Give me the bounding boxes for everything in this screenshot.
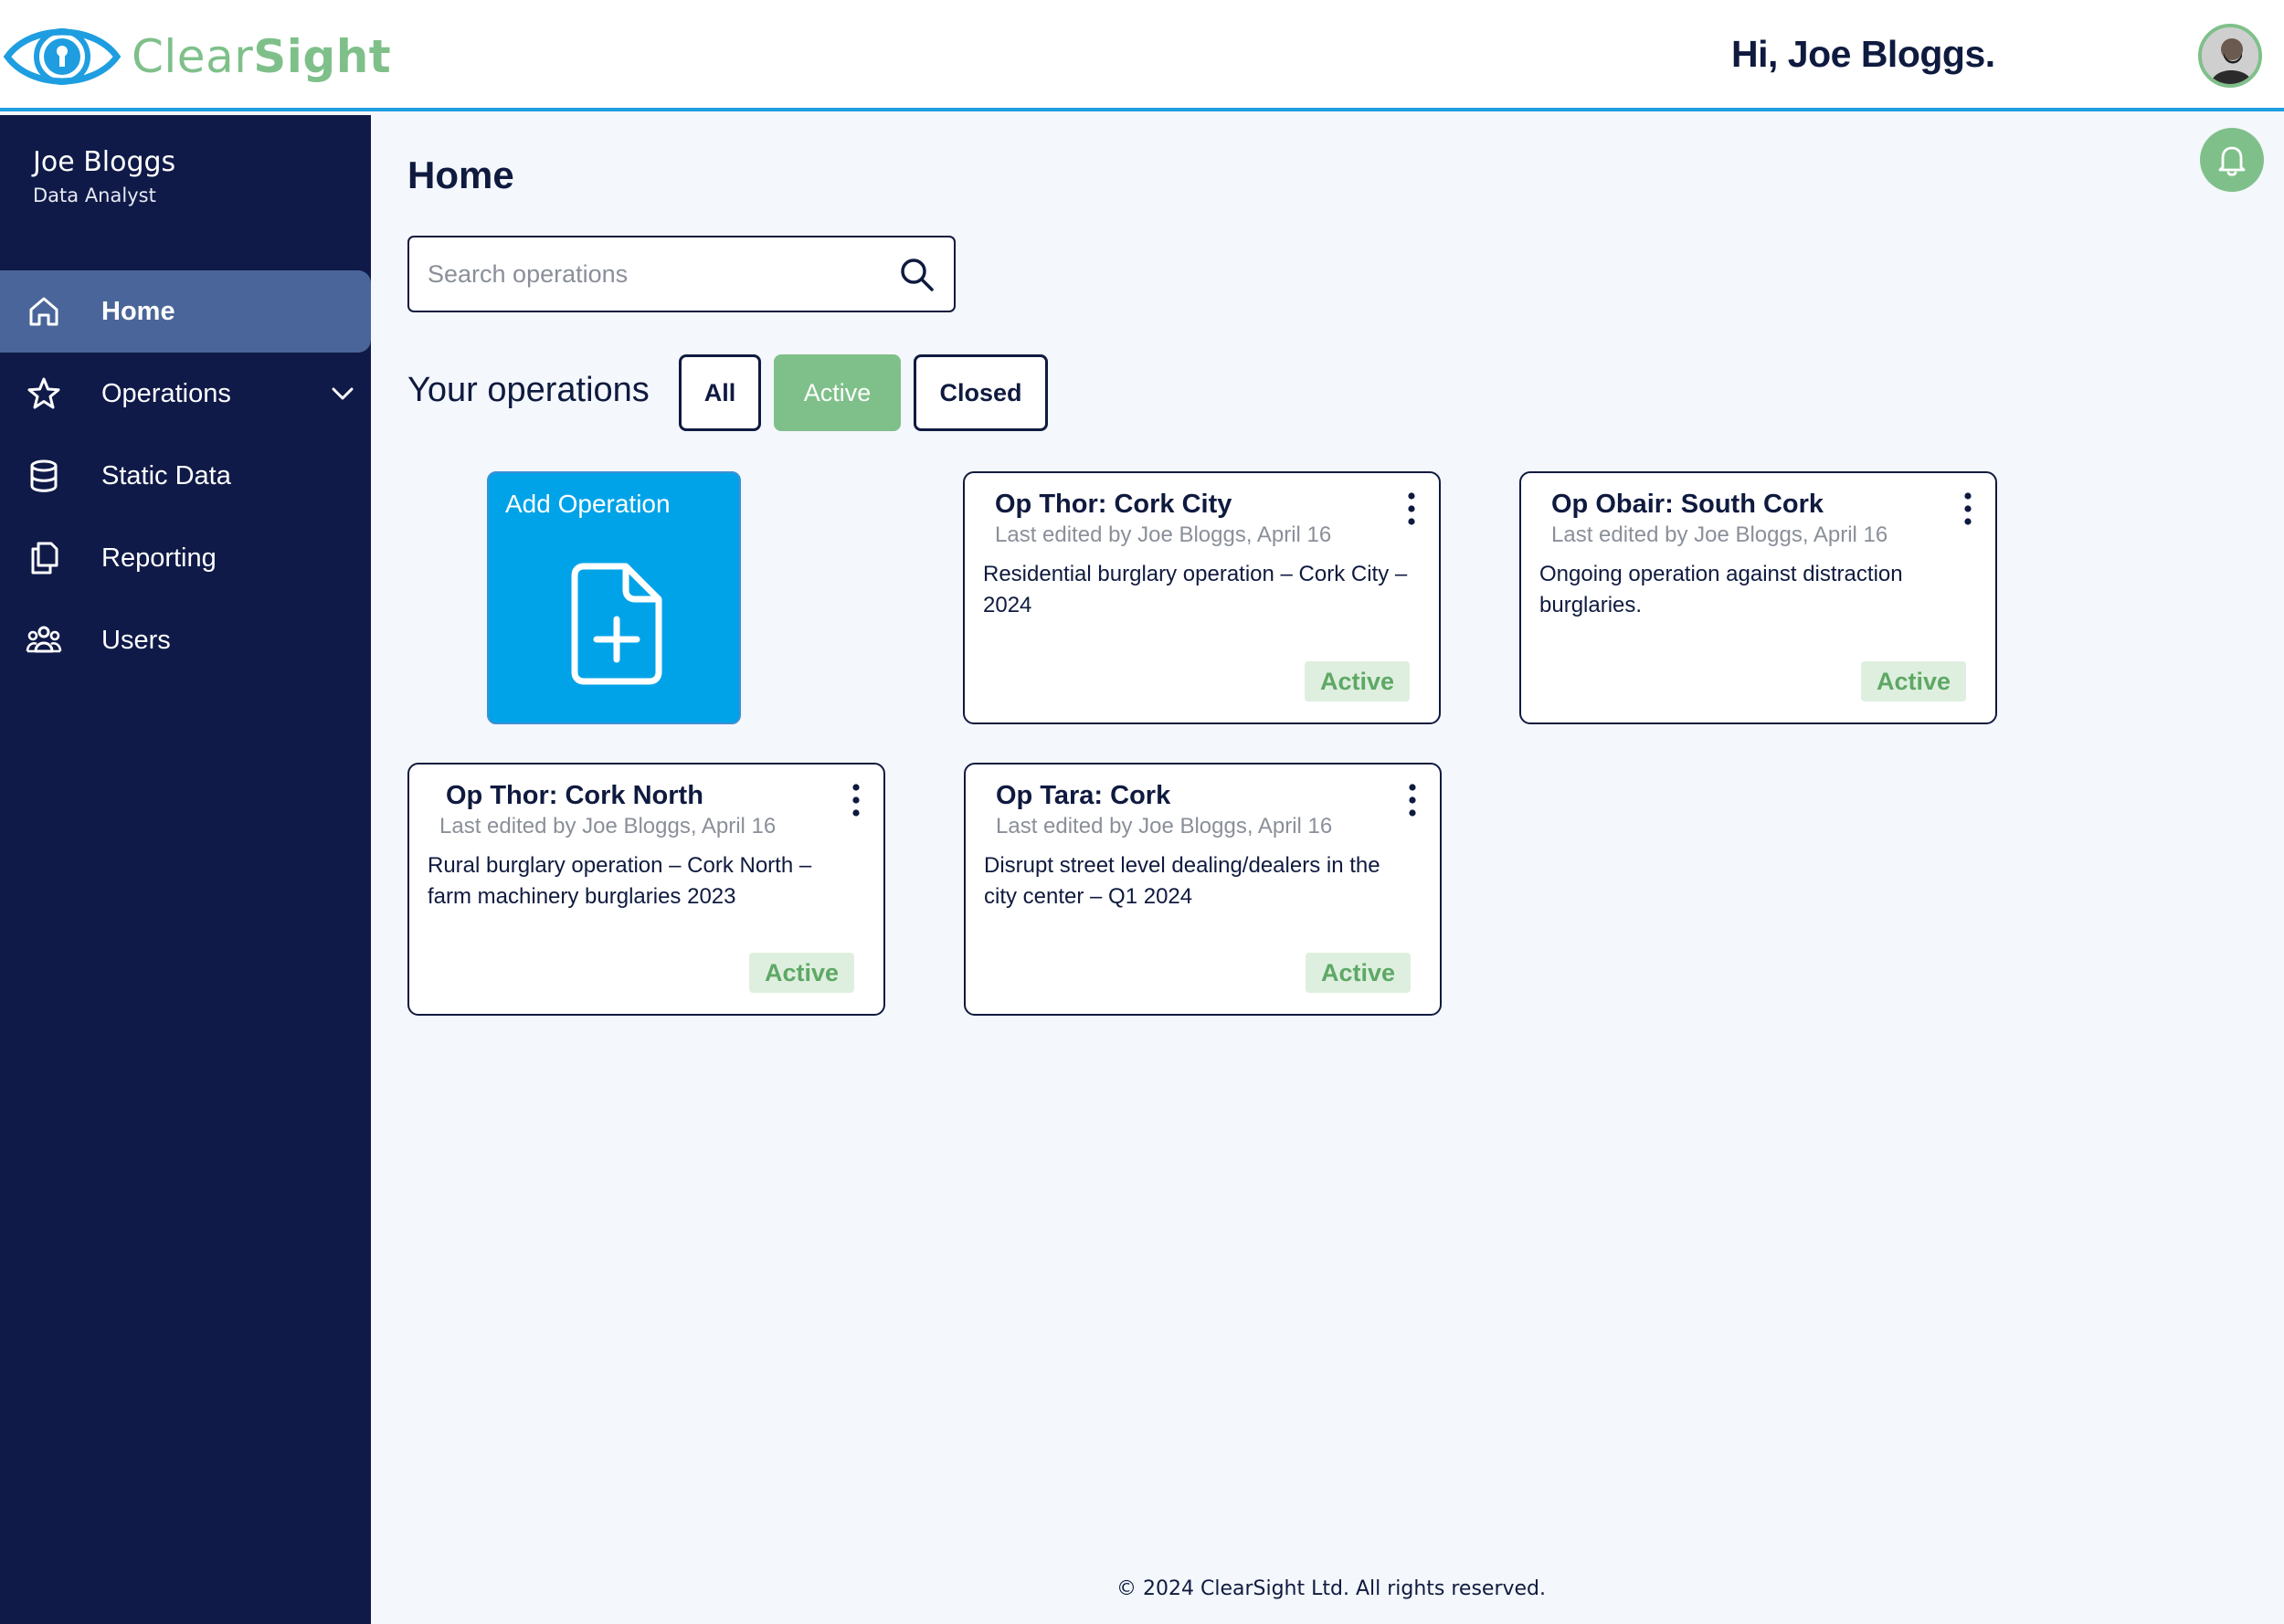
add-operation-card[interactable]: Add Operation: [487, 471, 741, 724]
avatar[interactable]: [2198, 24, 2262, 88]
users-icon: [26, 626, 62, 653]
logo-text-clear: Clear: [132, 30, 254, 83]
search-input[interactable]: [428, 237, 884, 311]
eye-logo-icon: [4, 28, 121, 85]
card-description: Rural burglary operation – Cork North – …: [428, 853, 812, 909]
page-title: Home: [407, 153, 514, 196]
operation-card[interactable]: Op Thor: Cork North Last edited by Joe B…: [407, 763, 885, 1016]
operations-title: Your operations: [407, 371, 650, 409]
database-icon: [30, 459, 58, 492]
greeting: Hi, Joe Bloggs.: [1731, 33, 1995, 75]
logo-text: ClearSight: [132, 30, 391, 83]
sidebar-item-label: Reporting: [101, 543, 217, 573]
card-last-edited: Last edited by Joe Bloggs, April 16: [996, 814, 1333, 838]
add-operation-label: Add Operation: [505, 490, 671, 518]
search-icon[interactable]: [898, 256, 936, 294]
sidebar: Joe Bloggs Data Analyst Home Operations …: [0, 115, 371, 1624]
filter-active-button[interactable]: Active: [774, 354, 901, 431]
footer-copyright: © 2024 ClearSight Ltd. All rights reserv…: [1116, 1577, 1547, 1600]
sidebar-item-label: Home: [101, 296, 175, 326]
sidebar-user-role: Data Analyst: [33, 185, 156, 206]
filter-all-button[interactable]: All: [679, 354, 761, 431]
sidebar-item-users[interactable]: Users: [0, 599, 371, 681]
kebab-menu-icon[interactable]: [1961, 491, 1974, 526]
operation-card[interactable]: Op Obair: South Cork Last edited by Joe …: [1519, 471, 1997, 724]
sidebar-item-home[interactable]: Home: [0, 270, 371, 353]
card-title: Op Thor: Cork City: [995, 490, 1232, 519]
avatar-photo-icon: [2202, 27, 2258, 84]
file-plus-icon: [571, 563, 662, 685]
kebab-menu-icon[interactable]: [1405, 491, 1418, 526]
sidebar-item-label: Operations: [101, 378, 231, 408]
status-badge: Active: [748, 953, 854, 993]
card-description: Residential burglary operation – Cork Ci…: [983, 562, 1408, 617]
sidebar-user-name: Joe Bloggs: [33, 146, 176, 178]
notifications-button[interactable]: [2200, 128, 2264, 192]
status-badge: Active: [1304, 661, 1410, 701]
card-description: Ongoing operation against distraction bu…: [1539, 562, 1903, 617]
sidebar-item-label: Users: [101, 625, 171, 655]
card-last-edited: Last edited by Joe Bloggs, April 16: [995, 522, 1332, 547]
clearsight-logo[interactable]: ClearSight: [4, 20, 391, 93]
kebab-menu-icon[interactable]: [850, 783, 862, 817]
card-title: Op Tara: Cork: [996, 781, 1171, 810]
card-description: Disrupt street level dealing/dealers in …: [984, 853, 1380, 909]
status-badge: Active: [1860, 661, 1966, 701]
card-last-edited: Last edited by Joe Bloggs, April 16: [439, 814, 777, 838]
operation-card[interactable]: Op Tara: Cork Last edited by Joe Bloggs,…: [964, 763, 1442, 1016]
copy-icon: [31, 542, 58, 575]
home-icon: [29, 297, 58, 326]
search-box: [407, 236, 956, 312]
status-badge: Active: [1305, 953, 1411, 993]
star-icon: [27, 377, 60, 409]
sidebar-item-operations[interactable]: Operations: [0, 353, 371, 435]
card-title: Op Obair: South Cork: [1551, 490, 1824, 519]
bell-icon: [2218, 146, 2246, 176]
sidebar-item-label: Static Data: [101, 460, 231, 490]
sidebar-item-static-data[interactable]: Static Data: [0, 435, 371, 517]
kebab-menu-icon[interactable]: [1406, 783, 1419, 817]
card-last-edited: Last edited by Joe Bloggs, April 16: [1551, 522, 1888, 547]
card-title: Op Thor: Cork North: [446, 781, 703, 810]
filter-closed-button[interactable]: Closed: [914, 354, 1048, 431]
sidebar-item-reporting[interactable]: Reporting: [0, 517, 371, 599]
logo-text-sight: Sight: [253, 30, 392, 83]
chevron-down-icon[interactable]: [329, 380, 356, 407]
top-header: ClearSight Hi, Joe Bloggs.: [0, 0, 2284, 111]
operation-card[interactable]: Op Thor: Cork City Last edited by Joe Bl…: [963, 471, 1441, 724]
